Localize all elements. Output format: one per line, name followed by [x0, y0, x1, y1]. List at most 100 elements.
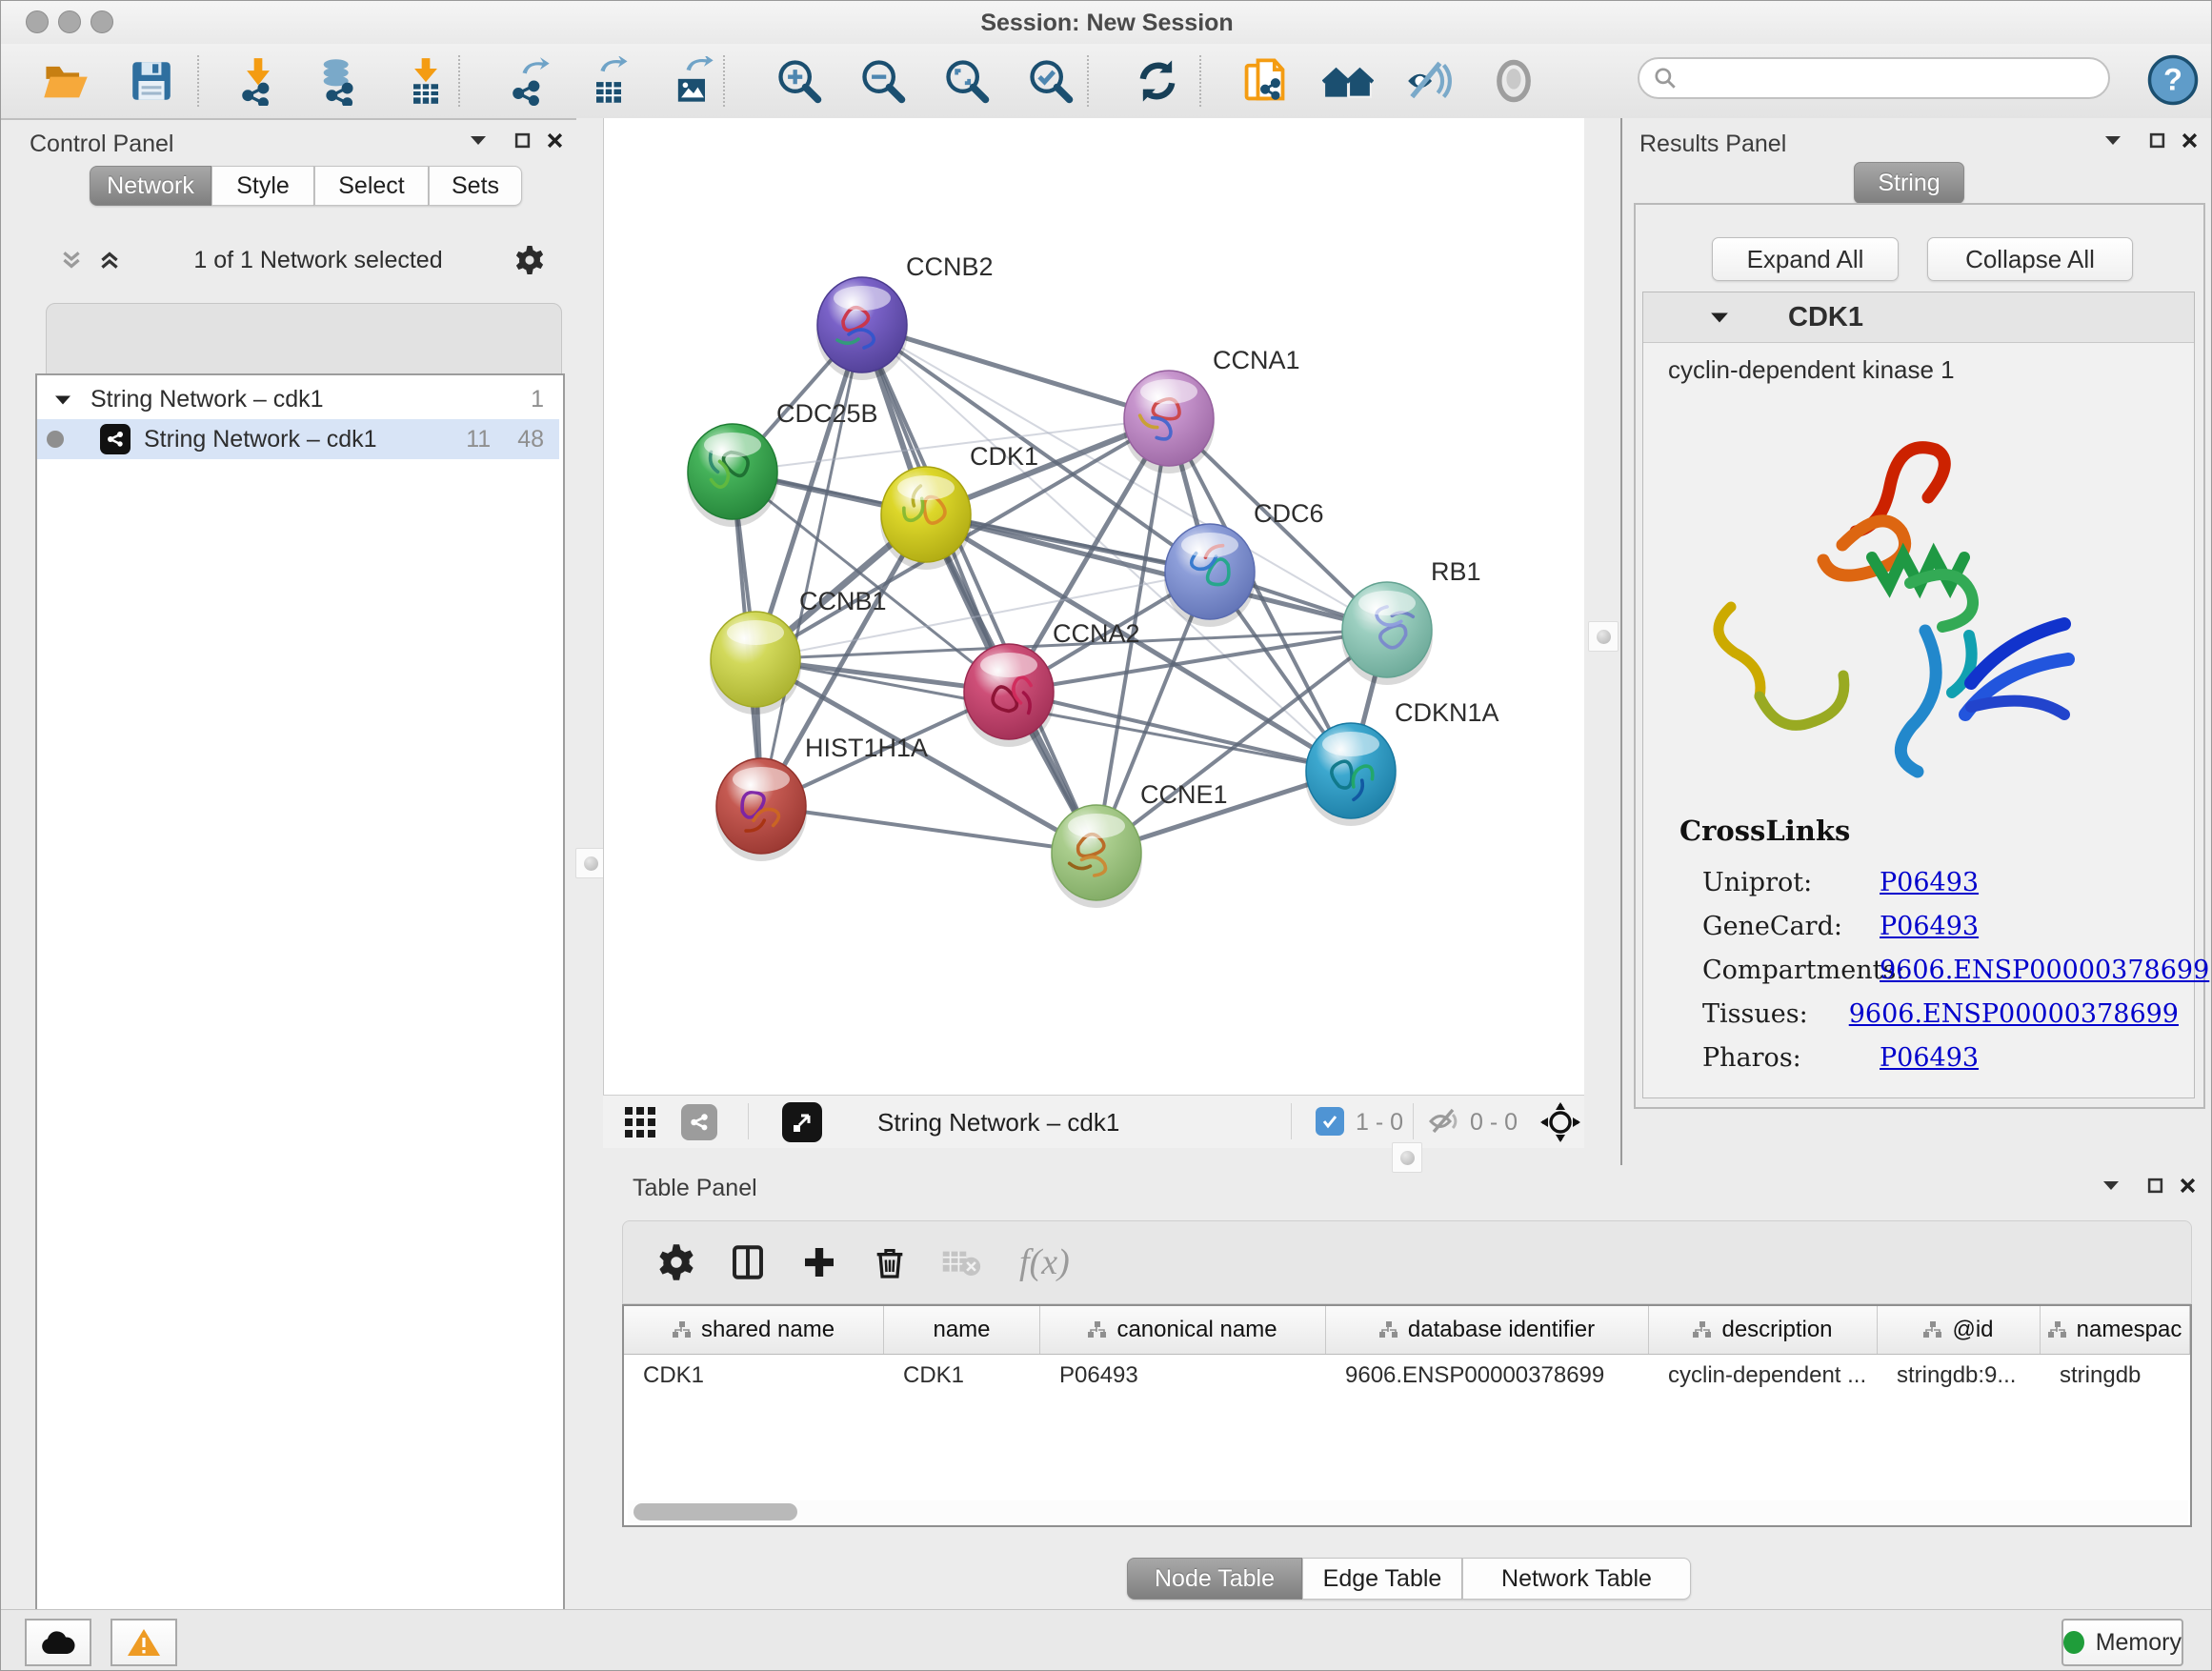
column-header-shared-name[interactable]: shared name: [624, 1306, 884, 1354]
add-column-icon[interactable]: [800, 1243, 838, 1281]
warnings-button[interactable]: [111, 1619, 177, 1666]
import-network-button[interactable]: [224, 50, 292, 111]
open-session-button[interactable]: [31, 50, 100, 111]
tab-sets[interactable]: Sets: [429, 166, 522, 206]
column-header-name[interactable]: name: [884, 1306, 1040, 1354]
first-neighbors-button[interactable]: [1314, 50, 1382, 111]
tab-node-table[interactable]: Node Table: [1127, 1558, 1302, 1600]
column-header-database-identifier[interactable]: database identifier: [1326, 1306, 1649, 1354]
column-header-description[interactable]: description: [1649, 1306, 1878, 1354]
network-edge-CCNB2-CCNA1[interactable]: [862, 325, 1169, 418]
grid-view-icon[interactable]: [624, 1106, 656, 1138]
gene-section-header[interactable]: CDK1: [1643, 292, 2194, 343]
fit-content-crosshair-icon[interactable]: [1538, 1100, 1582, 1144]
tree-expander-icon[interactable]: [54, 393, 71, 406]
tab-string[interactable]: String: [1854, 162, 1964, 204]
selected-checkbox-icon[interactable]: [1316, 1107, 1344, 1136]
cell-name[interactable]: CDK1: [884, 1362, 1040, 1389]
panel-close-icon[interactable]: [2175, 126, 2203, 154]
network-list-view-icon[interactable]: [681, 1104, 717, 1140]
collapse-all-chevron-icon[interactable]: [59, 248, 84, 272]
crosslink-value-link[interactable]: P06493: [1880, 1043, 1979, 1073]
network-row-selected[interactable]: String Network – cdk1 11 48: [37, 419, 559, 459]
show-all-button[interactable]: [1479, 50, 1548, 111]
tab-network[interactable]: Network: [90, 166, 211, 206]
table-row[interactable]: CDK1CDK1P064939606.ENSP00000378699cyclin…: [624, 1355, 2190, 1397]
network-node-CDKN1A[interactable]: [1305, 723, 1397, 826]
panel-close-icon[interactable]: [2173, 1171, 2202, 1199]
zoom-out-button[interactable]: [849, 50, 917, 111]
panel-menu-icon[interactable]: [464, 126, 493, 154]
network-node-RB1[interactable]: [1341, 582, 1433, 685]
network-node-CCNE1[interactable]: [1051, 805, 1142, 908]
splitter-handle[interactable]: [575, 848, 606, 878]
splitter-handle[interactable]: [1588, 621, 1619, 652]
network-node-CCNB1[interactable]: [710, 612, 801, 715]
cell--id[interactable]: stringdb:9...: [1878, 1362, 2041, 1389]
network-node-CCNA2[interactable]: [963, 644, 1055, 747]
cell-namespac[interactable]: stringdb: [2041, 1362, 2190, 1389]
section-collapse-icon[interactable]: [1710, 311, 1729, 324]
show-columns-icon[interactable]: [728, 1242, 768, 1282]
network-node-HIST1H1A[interactable]: [715, 758, 807, 861]
network-node-CCNA1[interactable]: [1123, 371, 1215, 473]
network-edge-CCNA2-CDKN1A[interactable]: [1009, 692, 1351, 771]
panel-float-icon[interactable]: [2142, 126, 2171, 154]
network-canvas[interactable]: CCNB2CCNA1CDC25BCDK1CDC6RB1CCNB1CCNA2CDK…: [603, 118, 1615, 1095]
clone-network-button[interactable]: [1230, 50, 1298, 111]
export-table-button[interactable]: [574, 50, 643, 111]
import-table-button[interactable]: [392, 50, 460, 111]
tab-select[interactable]: Select: [314, 166, 429, 206]
gear-icon[interactable]: [514, 245, 545, 275]
panel-close-icon[interactable]: [540, 126, 569, 154]
network-node-CDC25B[interactable]: [687, 424, 778, 527]
export-image-button[interactable]: [658, 50, 727, 111]
expand-all-chevron-icon[interactable]: [97, 248, 122, 272]
horizontal-scrollbar[interactable]: [628, 1500, 2188, 1523]
crosslink-value-link[interactable]: P06493: [1880, 912, 1979, 941]
zoom-selected-button[interactable]: [1016, 50, 1085, 111]
panel-menu-icon[interactable]: [2097, 1171, 2125, 1199]
crosslink-value-link[interactable]: P06493: [1880, 868, 1979, 897]
network-node-CCNB2[interactable]: [816, 277, 908, 380]
network-node-CDK1[interactable]: [880, 467, 972, 570]
panel-float-icon[interactable]: [508, 126, 536, 154]
scrollbar-thumb[interactable]: [633, 1503, 797, 1520]
network-collection-row[interactable]: String Network – cdk1 1: [37, 379, 559, 419]
export-network-button[interactable]: [494, 50, 563, 111]
tab-edge-table[interactable]: Edge Table: [1302, 1558, 1462, 1600]
column-header-canonical-name[interactable]: canonical name: [1040, 1306, 1326, 1354]
crosslink-value-link[interactable]: 9606.ENSP00000378699: [1849, 999, 2179, 1029]
right-splitter[interactable]: [1584, 118, 1620, 1148]
table-settings-gear-icon[interactable]: [657, 1243, 695, 1281]
network-edge-CCNB2-CCNE1[interactable]: [862, 325, 1096, 853]
search-bar[interactable]: [1638, 57, 2110, 99]
apply-layout-button[interactable]: [1123, 50, 1192, 111]
memory-button[interactable]: Memory: [2061, 1619, 2183, 1666]
zoom-in-button[interactable]: [765, 50, 834, 111]
crosslink-value-link[interactable]: 9606.ENSP00000378699: [1880, 956, 2209, 985]
cell-description[interactable]: cyclin-dependent ...: [1649, 1362, 1878, 1389]
cell-canonical-name[interactable]: P06493: [1040, 1362, 1326, 1389]
expand-all-button[interactable]: Expand All: [1712, 237, 1899, 281]
network-node-CDC6[interactable]: [1164, 524, 1256, 627]
network-edge-HIST1H1A-CCNE1[interactable]: [761, 806, 1096, 853]
left-splitter[interactable]: [576, 118, 603, 1609]
search-input[interactable]: [1678, 64, 2081, 92]
collapse-all-button[interactable]: Collapse All: [1927, 237, 2133, 281]
zoom-fit-button[interactable]: [933, 50, 1001, 111]
cloud-button[interactable]: [25, 1619, 91, 1666]
column-header--id[interactable]: @id: [1878, 1306, 2041, 1354]
save-session-button[interactable]: [117, 50, 186, 111]
tab-network-table[interactable]: Network Table: [1462, 1558, 1691, 1600]
cell-shared-name[interactable]: CDK1: [624, 1362, 884, 1389]
panel-menu-icon[interactable]: [2099, 126, 2127, 154]
tab-style[interactable]: Style: [211, 166, 314, 206]
cell-database-identifier[interactable]: 9606.ENSP00000378699: [1326, 1362, 1649, 1389]
import-database-button[interactable]: [306, 50, 374, 111]
panel-float-icon[interactable]: [2141, 1171, 2169, 1199]
column-header-namespac[interactable]: namespac: [2041, 1306, 2190, 1354]
birds-eye-view-icon[interactable]: [782, 1102, 822, 1142]
help-button[interactable]: ?: [2146, 53, 2200, 107]
hide-selection-button[interactable]: [1396, 50, 1464, 111]
